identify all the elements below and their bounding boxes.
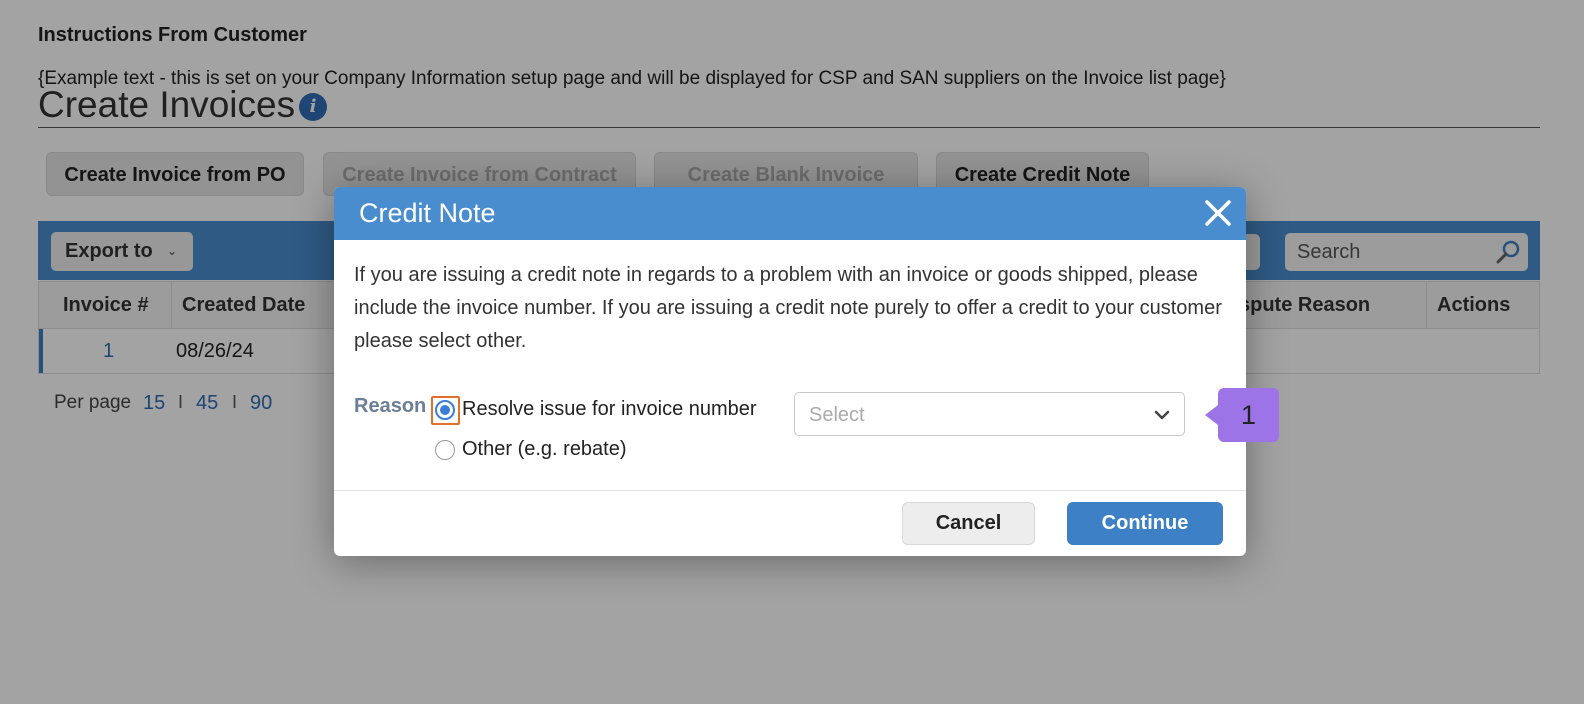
resolve-issue-radio-label[interactable]: Resolve issue for invoice number (462, 398, 757, 421)
dialog-title: Credit Note (359, 198, 496, 228)
step-callout: 1 (1205, 388, 1279, 442)
other-rebate-radio-label[interactable]: Other (e.g. rebate) (462, 438, 627, 461)
step-callout-number: 1 (1240, 400, 1257, 430)
select-placeholder: Select (809, 404, 865, 426)
dialog-description: If you are issuing a credit note in rega… (354, 264, 1222, 352)
credit-note-dialog: Credit Note If you are issuing a credit … (334, 187, 1246, 556)
dialog-footer-divider (334, 490, 1246, 491)
other-rebate-radio[interactable] (435, 440, 455, 460)
chevron-down-icon (1154, 410, 1170, 420)
close-icon[interactable] (1202, 197, 1234, 229)
create-invoices-page: Instructions From Customer {Example text… (0, 0, 1584, 704)
dialog-header: Credit Note (334, 187, 1246, 240)
reason-label: Reason (354, 395, 427, 417)
continue-button[interactable]: Continue (1067, 502, 1223, 545)
resolve-issue-radio[interactable] (435, 400, 455, 420)
cancel-button[interactable]: Cancel (902, 502, 1035, 545)
invoice-number-select[interactable]: Select (794, 392, 1185, 436)
